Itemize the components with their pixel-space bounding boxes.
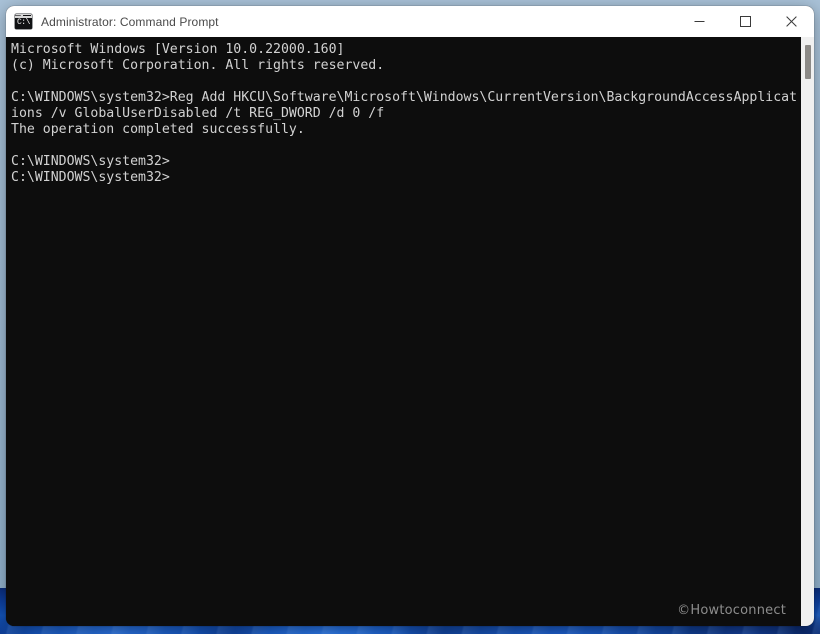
terminal-line: ions /v GlobalUserDisabled /t REG_DWORD … <box>11 106 385 121</box>
maximize-icon <box>739 16 751 27</box>
watermark: ©Howtoconnect <box>677 603 786 618</box>
scrollbar-thumb[interactable] <box>805 45 811 79</box>
terminal-line: Microsoft Windows [Version 10.0.22000.16… <box>11 42 345 57</box>
terminal-line: C:\WINDOWS\system32> <box>11 154 170 169</box>
console-icon-prompt-glyph: C:\ <box>17 18 30 28</box>
terminal-line: The operation completed successfully. <box>11 122 305 137</box>
window-titlebar[interactable]: C:\ Administrator: Command Prompt <box>6 6 814 37</box>
close-icon <box>785 16 797 27</box>
minimize-button[interactable] <box>676 6 722 37</box>
titlebar-left-group: C:\ Administrator: Command Prompt <box>6 6 676 37</box>
console-icon: C:\ <box>15 14 32 29</box>
terminal-scrollbar[interactable] <box>800 37 814 626</box>
console-icon-bar <box>15 14 32 18</box>
minimize-icon <box>694 21 704 22</box>
terminal-area: Microsoft Windows [Version 10.0.22000.16… <box>6 37 814 626</box>
terminal-line: C:\WINDOWS\system32>Reg Add HKCU\Softwar… <box>11 90 798 105</box>
window-title: Administrator: Command Prompt <box>41 14 219 29</box>
terminal-line: C:\WINDOWS\system32> <box>11 170 170 185</box>
terminal-output[interactable]: Microsoft Windows [Version 10.0.22000.16… <box>6 37 800 626</box>
terminal-line: (c) Microsoft Corporation. All rights re… <box>11 58 385 73</box>
window-controls <box>676 6 814 37</box>
close-button[interactable] <box>768 6 814 37</box>
maximize-button[interactable] <box>722 6 768 37</box>
command-prompt-window: C:\ Administrator: Command Prompt Micros… <box>6 6 814 626</box>
